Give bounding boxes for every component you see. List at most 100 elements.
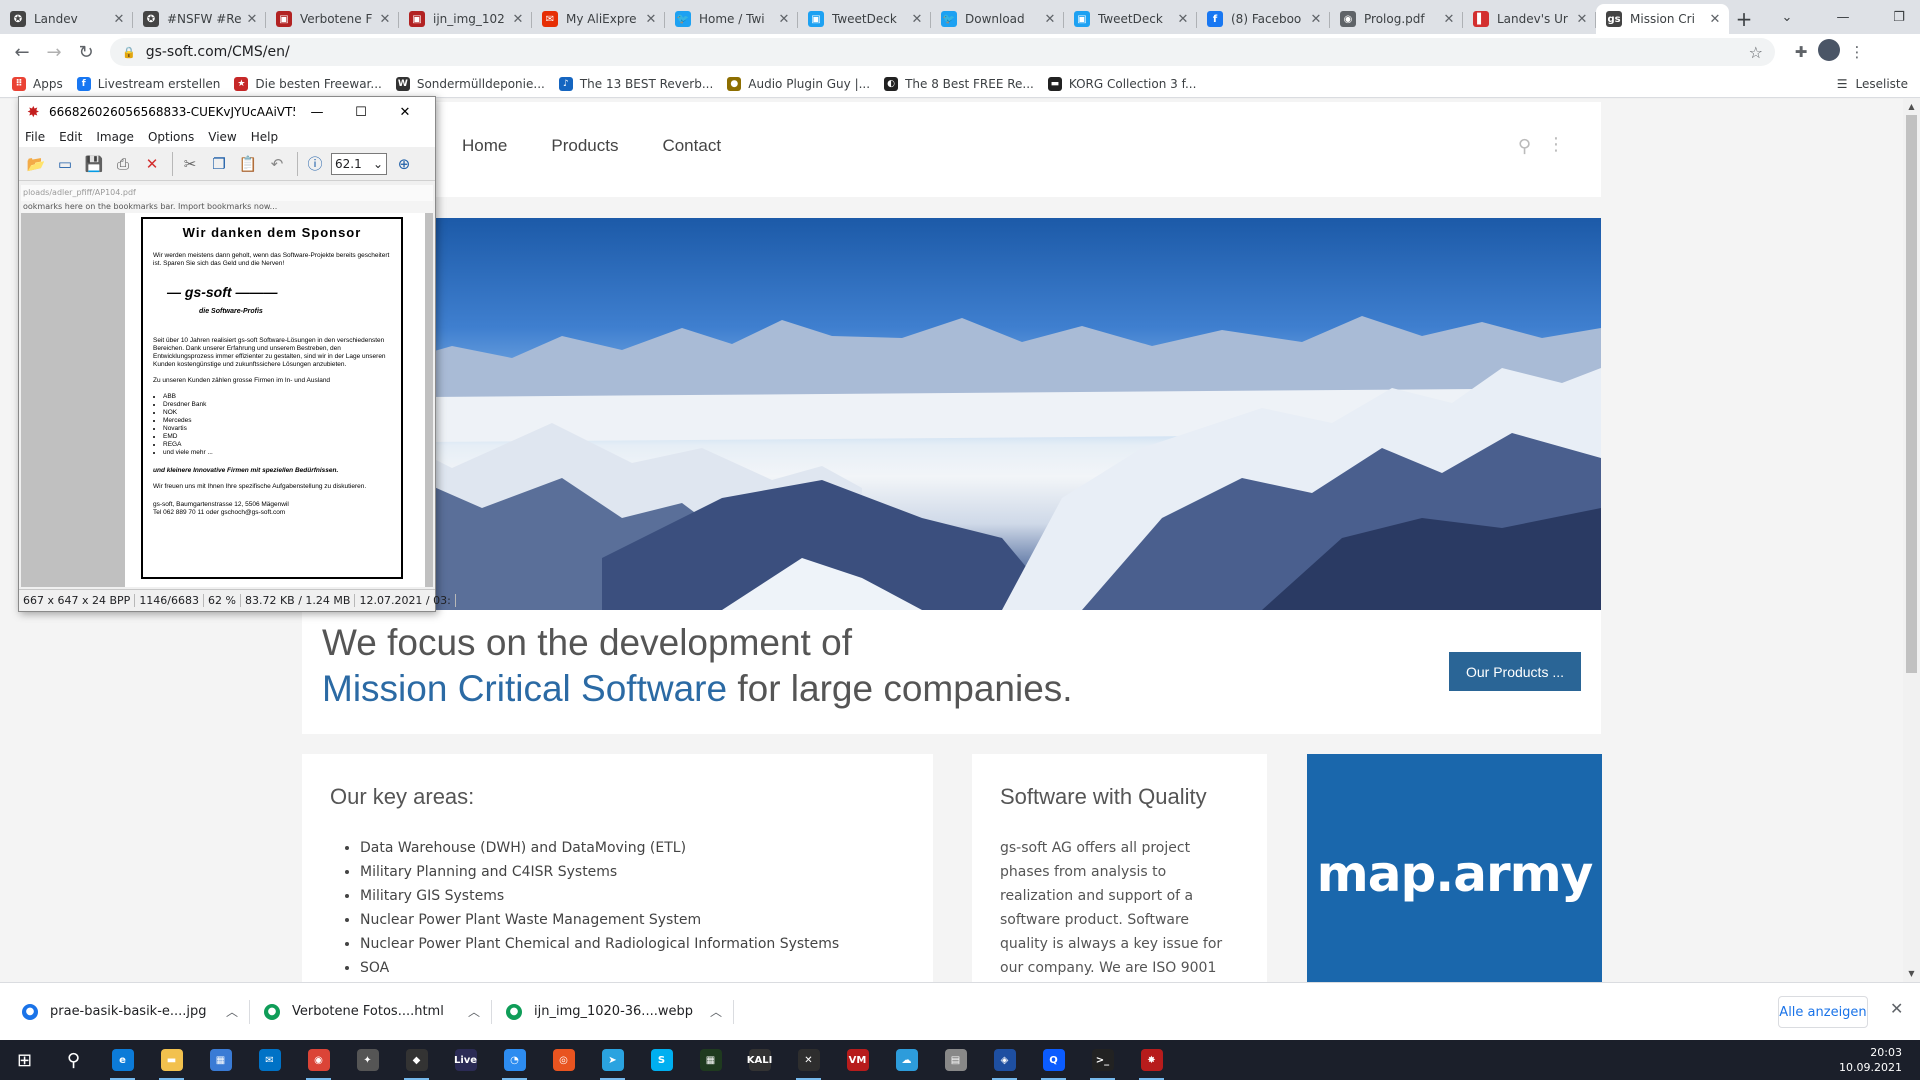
slideshow-icon[interactable]: ▭ xyxy=(52,151,78,177)
taskbar-matrix-icon[interactable]: ▦ xyxy=(686,1040,735,1080)
menu-image[interactable]: Image xyxy=(96,130,134,144)
taskbar-explorer-icon[interactable]: ▬ xyxy=(147,1040,196,1080)
browser-tab[interactable]: ▣ TweetDeck ✕ xyxy=(798,4,931,34)
tab-close-icon[interactable]: ✕ xyxy=(776,12,792,27)
tab-close-icon[interactable]: ✕ xyxy=(1042,12,1058,27)
search-icon[interactable]: ⚲ xyxy=(49,1040,98,1080)
download-item[interactable]: ● ijn_img_1020-36....webp ︿ xyxy=(506,992,734,1032)
taskbar-xtool-icon[interactable]: ✕ xyxy=(784,1040,833,1080)
start-button[interactable]: ⊞ xyxy=(0,1040,49,1080)
info-icon[interactable]: ⓘ xyxy=(302,151,328,177)
tab-close-icon[interactable]: ✕ xyxy=(1574,12,1590,27)
viewer-canvas[interactable]: ploads/adler_pfiff/AP104.pdf ookmarks he… xyxy=(21,185,433,587)
taskbar-inkscape-icon[interactable]: ◆ xyxy=(392,1040,441,1080)
open-folder-icon[interactable]: 📂 xyxy=(23,151,49,177)
scroll-up-arrow[interactable]: ▲ xyxy=(1903,99,1920,115)
zoom-in-icon[interactable]: ⊕ xyxy=(391,151,417,177)
browser-tab[interactable]: ▣ TweetDeck ✕ xyxy=(1064,4,1197,34)
copy-icon[interactable]: ❐ xyxy=(206,151,232,177)
taskbar-voicemeeter-icon[interactable]: VM xyxy=(833,1040,882,1080)
lock-icon[interactable]: 🔒 xyxy=(122,46,136,59)
tab-close-icon[interactable]: ✕ xyxy=(909,12,925,27)
taskbar-ubuntu-icon[interactable]: ◎ xyxy=(539,1040,588,1080)
zoom-combobox[interactable]: 62.1 ⌄ xyxy=(331,152,387,175)
nav-home[interactable]: Home xyxy=(462,136,507,156)
viewer-minimize-button[interactable]: — xyxy=(295,105,339,120)
browser-tab[interactable]: f (8) Faceboo ✕ xyxy=(1197,4,1330,34)
download-item[interactable]: ● Verbotene Fotos....html ︿ xyxy=(264,992,492,1032)
browser-tab[interactable]: ▌ Landev's Ur ✕ xyxy=(1463,4,1596,34)
browser-tab[interactable]: ◉ Prolog.pdf ✕ xyxy=(1330,4,1463,34)
browser-tab[interactable]: 🐦 Download ✕ xyxy=(931,4,1064,34)
menu-edit[interactable]: Edit xyxy=(59,130,82,144)
bookmark-item[interactable]: ● Audio Plugin Guy |... xyxy=(727,76,870,91)
tab-close-icon[interactable]: ✕ xyxy=(510,12,526,27)
browser-tab[interactable]: ▣ ijn_img_102 ✕ xyxy=(399,4,532,34)
bookmark-item[interactable]: ⠿ Apps xyxy=(12,76,63,91)
extensions-icon[interactable]: ✚ xyxy=(1787,43,1815,61)
tab-close-icon[interactable]: ✕ xyxy=(244,12,260,27)
taskbar-cloud-icon[interactable]: ☁ xyxy=(882,1040,931,1080)
map-army-banner[interactable]: map.army xyxy=(1307,754,1602,982)
show-all-downloads-button[interactable]: Alle anzeigen xyxy=(1778,996,1868,1028)
address-bar[interactable]: 🔒 gs-soft.com/CMS/en/ ☆ xyxy=(110,38,1775,66)
site-more-icon[interactable]: ⋮ xyxy=(1547,134,1565,155)
tab-close-icon[interactable]: ✕ xyxy=(377,12,393,27)
download-options-chevron-icon[interactable]: ︿ xyxy=(226,1003,238,1020)
taskbar-kali-icon[interactable]: KALI xyxy=(735,1040,784,1080)
cut-icon[interactable]: ✂ xyxy=(177,151,203,177)
bookmark-star-icon[interactable]: ☆ xyxy=(1749,43,1763,62)
menu-icon[interactable]: ⋮ xyxy=(1843,43,1871,61)
taskbar-skype-icon[interactable]: S xyxy=(637,1040,686,1080)
tab-close-icon[interactable]: ✕ xyxy=(111,12,127,27)
taskbar-terminal-icon[interactable]: >_ xyxy=(1078,1040,1127,1080)
reading-list-button[interactable]: ☰ Leseliste xyxy=(1837,77,1908,91)
tab-close-icon[interactable]: ✕ xyxy=(1707,12,1723,27)
taskbar-store-icon[interactable]: ▦ xyxy=(196,1040,245,1080)
tab-close-icon[interactable]: ✕ xyxy=(643,12,659,27)
taskbar-zoom-icon[interactable]: Q xyxy=(1029,1040,1078,1080)
minimize-button[interactable]: — xyxy=(1815,10,1871,25)
new-tab-button[interactable]: + xyxy=(1729,4,1759,34)
browser-tab[interactable]: gs Mission Cri ✕ xyxy=(1596,4,1729,34)
profile-avatar[interactable] xyxy=(1815,39,1843,65)
bookmark-item[interactable]: ▬ KORG Collection 3 f... xyxy=(1047,76,1196,91)
menu-view[interactable]: View xyxy=(208,130,236,144)
download-item[interactable]: ● prae-basik-basik-e....jpg ︿ xyxy=(22,992,250,1032)
forward-button[interactable]: → xyxy=(40,38,68,66)
taskbar-chrome-icon[interactable]: ◉ xyxy=(294,1040,343,1080)
browser-tab[interactable]: ✪ #NSFW #Re ✕ xyxy=(133,4,266,34)
viewer-close-button[interactable]: ✕ xyxy=(383,105,427,120)
taskbar-tool-icon[interactable]: ✦ xyxy=(343,1040,392,1080)
restore-button[interactable]: ❐ xyxy=(1871,10,1920,25)
browser-tab[interactable]: 🐦 Home / Twi ✕ xyxy=(665,4,798,34)
bookmark-item[interactable]: f Livestream erstellen xyxy=(76,76,220,91)
scroll-thumb[interactable] xyxy=(1906,115,1917,673)
taskbar-telegram-icon[interactable]: ➤ xyxy=(588,1040,637,1080)
bookmark-item[interactable]: ◐ The 8 Best FREE Re... xyxy=(884,76,1034,91)
save-icon[interactable]: 💾 xyxy=(81,151,107,177)
download-options-chevron-icon[interactable]: ︿ xyxy=(468,1003,480,1020)
reload-button[interactable]: ↻ xyxy=(72,38,100,66)
browser-tab[interactable]: ✉ My AliExpre ✕ xyxy=(532,4,665,34)
page-scrollbar[interactable]: ▲ ▼ xyxy=(1903,99,1920,982)
system-clock[interactable]: 20:03 10.09.2021 xyxy=(1839,1045,1902,1075)
print-icon[interactable]: ⎙ xyxy=(110,151,136,177)
bookmark-item[interactable]: W Sondermülldeponie... xyxy=(395,76,545,91)
back-button[interactable]: ← xyxy=(8,38,36,66)
tab-close-icon[interactable]: ✕ xyxy=(1175,12,1191,27)
download-options-chevron-icon[interactable]: ︿ xyxy=(710,1003,722,1020)
menu-help[interactable]: Help xyxy=(251,130,278,144)
close-downloads-icon[interactable]: ✕ xyxy=(1890,999,1903,1018)
taskbar-messenger-icon[interactable]: ◔ xyxy=(490,1040,539,1080)
bookmark-item[interactable]: ★ Die besten Freewar... xyxy=(234,76,382,91)
taskbar-live-icon[interactable]: Live xyxy=(441,1040,490,1080)
undo-icon[interactable]: ↶ xyxy=(264,151,290,177)
nav-products[interactable]: Products xyxy=(551,136,618,156)
nav-contact[interactable]: Contact xyxy=(662,136,721,156)
taskbar-edge-icon[interactable]: e xyxy=(98,1040,147,1080)
taskbar-virtualbox-icon[interactable]: ◈ xyxy=(980,1040,1029,1080)
viewer-maximize-button[interactable]: ☐ xyxy=(339,105,383,120)
taskbar-mail-icon[interactable]: ✉ xyxy=(245,1040,294,1080)
site-search-icon[interactable]: ⚲ xyxy=(1518,136,1531,157)
